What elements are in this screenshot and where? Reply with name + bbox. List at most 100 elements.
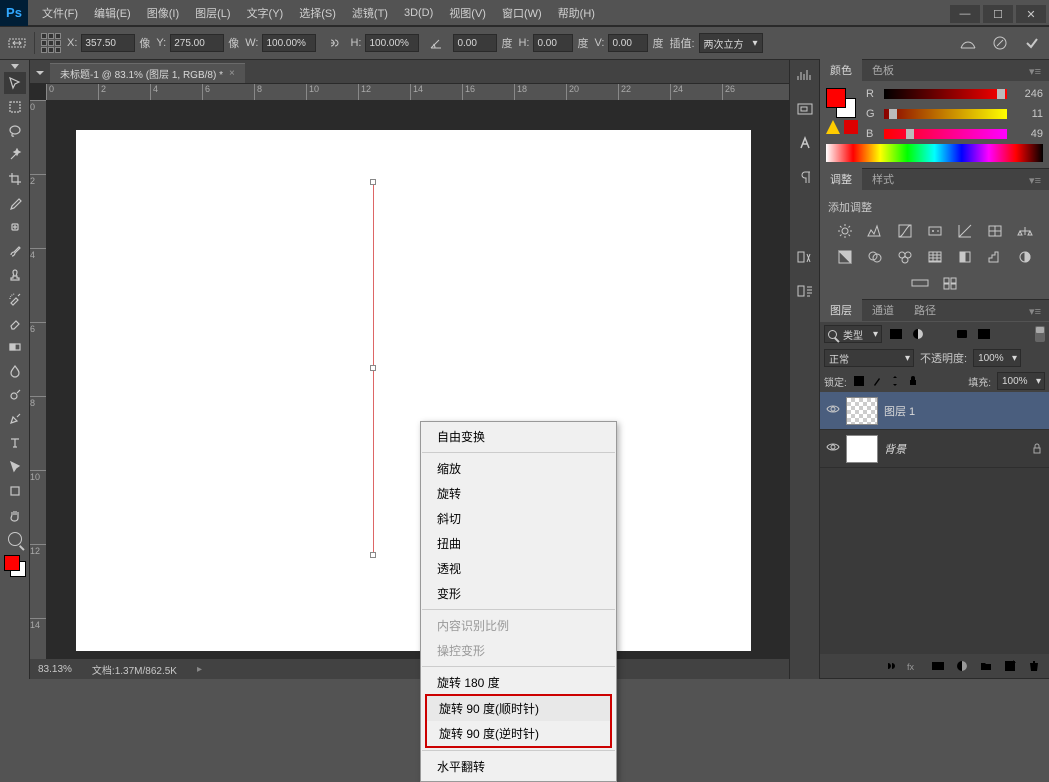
mask-icon[interactable] bbox=[931, 659, 945, 673]
brush-tool[interactable] bbox=[4, 240, 26, 262]
photo-filter-icon[interactable] bbox=[865, 249, 885, 265]
ctx-skew[interactable]: 斜切 bbox=[421, 506, 616, 531]
para-styles-panel-icon[interactable] bbox=[795, 282, 815, 300]
lock-pixels-icon[interactable] bbox=[871, 375, 883, 387]
paths-tab[interactable]: 路径 bbox=[904, 299, 946, 321]
color-swatch[interactable] bbox=[4, 555, 26, 577]
cancel-transform-icon[interactable] bbox=[989, 32, 1011, 54]
ctx-distort[interactable]: 扭曲 bbox=[421, 531, 616, 556]
dodge-tool[interactable] bbox=[4, 384, 26, 406]
marquee-tool[interactable] bbox=[4, 96, 26, 118]
y-input[interactable] bbox=[170, 34, 224, 52]
r-value[interactable]: 246 bbox=[1013, 88, 1043, 100]
paragraph-panel-icon[interactable] bbox=[795, 168, 815, 186]
menu-item[interactable]: 滤镜(T) bbox=[344, 3, 396, 23]
visibility-icon[interactable] bbox=[826, 404, 840, 418]
transform-tool-icon[interactable] bbox=[6, 32, 28, 54]
document-tab[interactable]: 未标题-1 @ 83.1% (图层 1, RGB/8) *× bbox=[50, 63, 245, 83]
b-value[interactable]: 49 bbox=[1013, 128, 1043, 140]
filter-smart-icon[interactable] bbox=[976, 327, 992, 341]
lock-all-icon[interactable] bbox=[907, 375, 919, 387]
move-tool[interactable] bbox=[4, 72, 26, 94]
filter-shape-icon[interactable] bbox=[954, 327, 970, 341]
closest-color-swatch[interactable] bbox=[844, 120, 858, 134]
levels-icon[interactable] bbox=[865, 223, 885, 239]
gradient-tool[interactable] bbox=[4, 336, 26, 358]
b-slider[interactable] bbox=[884, 129, 1007, 139]
x-input[interactable] bbox=[81, 34, 135, 52]
lock-position-icon[interactable] bbox=[889, 375, 901, 387]
layer-thumbnail[interactable] bbox=[846, 435, 878, 463]
shape-tool[interactable] bbox=[4, 480, 26, 502]
magic-wand-tool[interactable] bbox=[4, 144, 26, 166]
menu-item[interactable]: 视图(V) bbox=[441, 3, 494, 23]
lasso-tool[interactable] bbox=[4, 120, 26, 142]
ctx-warp[interactable]: 变形 bbox=[421, 581, 616, 606]
navigator-panel-icon[interactable] bbox=[795, 100, 815, 118]
ruler-vertical[interactable]: 02468101214 bbox=[30, 100, 46, 659]
vskew-input[interactable] bbox=[608, 34, 648, 52]
layer-row[interactable]: 图层 1 bbox=[820, 392, 1049, 430]
canvas[interactable] bbox=[76, 130, 751, 651]
interp-select[interactable]: 两次立方 bbox=[699, 33, 763, 53]
layer-thumbnail[interactable] bbox=[846, 397, 878, 425]
warp-mode-icon[interactable] bbox=[957, 32, 979, 54]
r-slider[interactable] bbox=[884, 89, 1007, 99]
stamp-tool[interactable] bbox=[4, 264, 26, 286]
layer-name[interactable]: 背景 bbox=[884, 441, 906, 457]
doc-info[interactable]: 文档:1.37M/862.5K bbox=[92, 662, 177, 677]
gamut-warning-icon[interactable] bbox=[826, 120, 840, 134]
zoom-tool[interactable] bbox=[4, 528, 26, 550]
swatches-tab[interactable]: 色板 bbox=[862, 59, 904, 81]
color-swatch-pair[interactable] bbox=[826, 88, 856, 118]
hand-tool[interactable] bbox=[4, 504, 26, 526]
layer-row[interactable]: 背景 bbox=[820, 430, 1049, 468]
bw-icon[interactable] bbox=[835, 249, 855, 265]
eraser-tool[interactable] bbox=[4, 312, 26, 334]
g-slider[interactable] bbox=[884, 109, 1007, 119]
menu-item[interactable]: 图像(I) bbox=[139, 3, 187, 23]
fx-icon[interactable]: fx bbox=[907, 659, 921, 673]
adjustment-layer-icon[interactable] bbox=[955, 659, 969, 673]
w-input[interactable] bbox=[262, 34, 316, 52]
filter-pixel-icon[interactable] bbox=[888, 327, 904, 341]
ctx-rotate-90cw[interactable]: 旋转 90 度(顺时针) bbox=[427, 696, 610, 721]
ruler-horizontal[interactable]: 02468101214161820222426 bbox=[46, 84, 789, 100]
color-lookup-icon[interactable] bbox=[925, 249, 945, 265]
channels-tab[interactable]: 通道 bbox=[862, 299, 904, 321]
close-button[interactable]: ✕ bbox=[1016, 5, 1046, 23]
trash-icon[interactable] bbox=[1027, 659, 1041, 673]
menu-item[interactable]: 窗口(W) bbox=[494, 3, 550, 23]
hskew-input[interactable] bbox=[533, 34, 573, 52]
reference-point-grid[interactable] bbox=[41, 33, 61, 53]
maximize-button[interactable]: ☐ bbox=[983, 5, 1013, 23]
brightness-icon[interactable] bbox=[835, 223, 855, 239]
visibility-icon[interactable] bbox=[826, 442, 840, 456]
transform-handle-bot[interactable] bbox=[370, 552, 376, 558]
selective-color-icon[interactable] bbox=[940, 275, 960, 291]
new-layer-icon[interactable] bbox=[1003, 659, 1017, 673]
menu-item[interactable]: 编辑(E) bbox=[86, 3, 139, 23]
filter-toggle[interactable] bbox=[1035, 326, 1045, 342]
opacity-input[interactable]: 100% bbox=[973, 349, 1021, 367]
fill-input[interactable]: 100% bbox=[997, 372, 1045, 390]
ctx-flip-h[interactable]: 水平翻转 bbox=[421, 754, 616, 779]
commit-transform-icon[interactable] bbox=[1021, 32, 1043, 54]
transform-handle-top[interactable] bbox=[370, 179, 376, 185]
gradient-map-icon[interactable] bbox=[910, 275, 930, 291]
type-tool[interactable] bbox=[4, 432, 26, 454]
minimize-button[interactable]: — bbox=[950, 5, 980, 23]
panel-menu-icon[interactable]: ▾≡ bbox=[1021, 171, 1049, 190]
close-tab-icon[interactable]: × bbox=[229, 68, 235, 79]
char-styles-panel-icon[interactable] bbox=[795, 248, 815, 266]
filter-type-icon[interactable] bbox=[932, 327, 948, 341]
styles-tab[interactable]: 样式 bbox=[862, 168, 904, 190]
ctx-scale[interactable]: 缩放 bbox=[421, 456, 616, 481]
toolbar-expand-icon[interactable] bbox=[11, 64, 19, 69]
exposure-icon[interactable] bbox=[925, 223, 945, 239]
ctx-rotate-90ccw[interactable]: 旋转 90 度(逆时针) bbox=[427, 721, 610, 746]
menu-item[interactable]: 文件(F) bbox=[34, 3, 86, 23]
heal-tool[interactable] bbox=[4, 216, 26, 238]
link-layers-icon[interactable] bbox=[883, 659, 897, 673]
crop-tool[interactable] bbox=[4, 168, 26, 190]
